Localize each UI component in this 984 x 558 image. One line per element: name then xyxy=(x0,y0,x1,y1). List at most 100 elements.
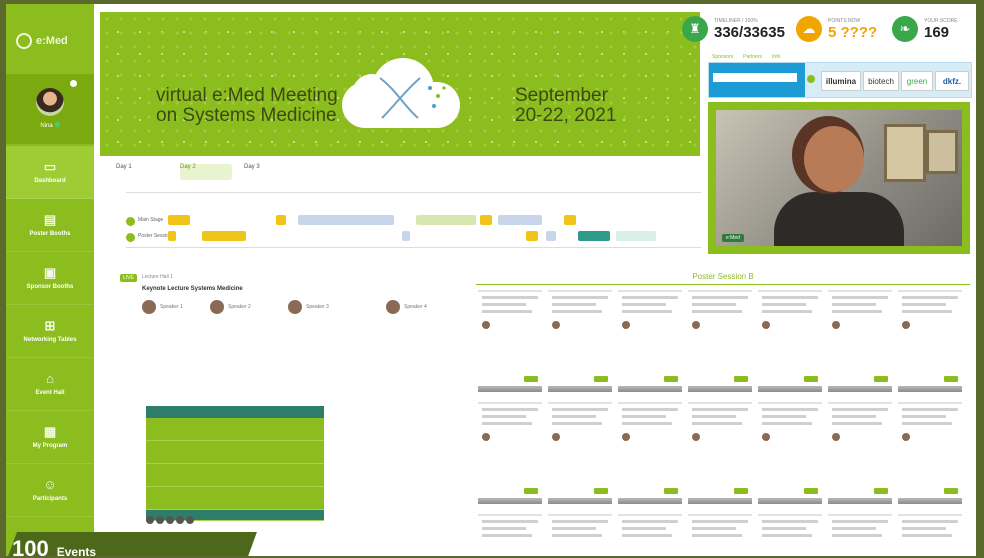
timeline-session[interactable] xyxy=(276,215,286,225)
poster-card[interactable] xyxy=(548,514,612,556)
poster-card[interactable] xyxy=(688,402,752,504)
cloud-dna-icon xyxy=(332,48,466,134)
sidebar-item-poster-booths[interactable]: ▤ Poster Booths xyxy=(6,199,94,252)
poster-card[interactable] xyxy=(758,402,822,504)
timeline-session[interactable] xyxy=(402,231,410,241)
gift-icon: ▣ xyxy=(43,265,57,280)
speaker-card[interactable]: Speaker 2 xyxy=(210,300,251,314)
agenda-panel: LIVE Lecture Hall 1 Keynote Lecture Syst… xyxy=(102,266,472,556)
video-stream[interactable]: e:Med xyxy=(708,102,970,254)
avatar xyxy=(902,321,910,329)
sidebar-item-my-program[interactable]: ▦ My Program xyxy=(6,411,94,464)
poster-card[interactable] xyxy=(828,514,892,556)
sponsor-logo-dkfz[interactable]: dkfz. xyxy=(935,71,969,91)
timeline-session[interactable] xyxy=(480,215,492,225)
poster-card[interactable] xyxy=(478,290,542,392)
poster-card[interactable] xyxy=(478,402,542,504)
poster-text xyxy=(482,296,538,299)
timeline-session[interactable] xyxy=(546,231,556,241)
poster-card[interactable] xyxy=(548,290,612,392)
sponsor-logo-green[interactable]: green xyxy=(901,71,933,91)
timeline-session[interactable] xyxy=(578,231,610,241)
hall-icon: ⌂ xyxy=(46,371,54,386)
poster-card[interactable] xyxy=(898,514,962,556)
tab-sponsors[interactable]: Sponsors xyxy=(712,54,733,60)
visit-poster-button[interactable] xyxy=(734,488,748,494)
speaker-card[interactable]: Speaker 3 xyxy=(288,300,329,314)
sponsor-logo-illumina[interactable]: illumina xyxy=(821,71,861,91)
timeline-session[interactable] xyxy=(498,215,542,225)
visit-poster-button[interactable] xyxy=(944,376,958,382)
sidebar-item-participants[interactable]: ☺ Participants xyxy=(6,464,94,517)
table-row[interactable] xyxy=(146,487,324,510)
visit-poster-button[interactable] xyxy=(524,376,538,382)
poster-card[interactable] xyxy=(898,402,962,504)
poster-text xyxy=(622,415,666,418)
events-count: 100 xyxy=(12,536,49,556)
sponsor-search-input[interactable] xyxy=(713,73,797,82)
visit-poster-button[interactable] xyxy=(804,376,818,382)
sidebar-item-sponsor-booths[interactable]: ▣ Sponsor Booths xyxy=(6,252,94,305)
visit-poster-button[interactable] xyxy=(734,376,748,382)
tab-partners[interactable]: Partners xyxy=(743,54,762,60)
poster-card[interactable] xyxy=(828,290,892,392)
timeline-session[interactable] xyxy=(202,231,246,241)
poster-card[interactable] xyxy=(898,290,962,392)
visit-poster-button[interactable] xyxy=(594,488,608,494)
sidebar-item-event-hall[interactable]: ⌂ Event Hall xyxy=(6,358,94,411)
visit-poster-button[interactable] xyxy=(524,488,538,494)
avatar xyxy=(210,300,224,314)
timeline-session[interactable] xyxy=(416,215,476,225)
poster-card[interactable] xyxy=(758,514,822,556)
visit-poster-button[interactable] xyxy=(664,488,678,494)
stat-value: 336/33635 xyxy=(714,23,785,41)
tab-day-1[interactable]: Day 1 xyxy=(116,164,168,180)
tab-day-3[interactable]: Day 3 xyxy=(244,164,296,180)
sponsor-logo-biotech[interactable]: biotech xyxy=(863,71,899,91)
timeline-session[interactable] xyxy=(616,231,656,241)
timeline-track: Main Stage Poster Session xyxy=(126,192,701,248)
logo[interactable]: e:Med xyxy=(16,30,86,52)
poster-text xyxy=(902,527,946,530)
timeline-session[interactable] xyxy=(564,215,576,225)
sidebar-nav: ▭ Dashboard ▤ Poster Booths ▣ Sponsor Bo… xyxy=(6,146,94,517)
speaker-card[interactable]: Speaker 4 xyxy=(386,300,427,314)
visit-poster-button[interactable] xyxy=(594,376,608,382)
sponsor-go-button[interactable] xyxy=(807,75,815,83)
speaker-name: Speaker 1 xyxy=(160,304,183,310)
avatar[interactable] xyxy=(36,88,64,116)
poster-text xyxy=(622,527,666,530)
tab-day-2[interactable]: Day 2 xyxy=(180,164,232,180)
timeline-session[interactable] xyxy=(168,215,190,225)
table-row[interactable] xyxy=(146,464,324,487)
tab-info[interactable]: Info xyxy=(772,54,780,60)
poster-text xyxy=(482,303,526,306)
poster-card[interactable] xyxy=(688,514,752,556)
sidebar-item-label: Dashboard xyxy=(34,178,66,184)
poster-card[interactable] xyxy=(618,402,682,504)
visit-poster-button[interactable] xyxy=(874,376,888,382)
poster-card[interactable] xyxy=(828,402,892,504)
visit-poster-button[interactable] xyxy=(664,376,678,382)
poster-card[interactable] xyxy=(618,514,682,556)
table-row[interactable] xyxy=(146,441,324,464)
timeline-session[interactable] xyxy=(168,231,176,241)
speaker-card[interactable]: Speaker 1 xyxy=(142,300,183,314)
poster-card[interactable] xyxy=(548,402,612,504)
sidebar-item-dashboard[interactable]: ▭ Dashboard xyxy=(6,146,94,199)
visit-poster-button[interactable] xyxy=(874,488,888,494)
poster-text xyxy=(552,534,602,537)
poster-card[interactable] xyxy=(618,290,682,392)
video-badge: e:Med xyxy=(722,234,744,242)
sidebar-item-networking-tables[interactable]: ⊞ Networking Tables xyxy=(6,305,94,358)
poster-card[interactable] xyxy=(478,514,542,556)
banner-title: virtual e:Med Meeting on Systems Medicin… xyxy=(156,86,338,126)
poster-card[interactable] xyxy=(688,290,752,392)
table-row[interactable] xyxy=(146,418,324,441)
timeline-session[interactable] xyxy=(526,231,538,241)
visit-poster-button[interactable] xyxy=(944,488,958,494)
poster-card[interactable] xyxy=(758,290,822,392)
live-badge: LIVE xyxy=(120,274,137,282)
visit-poster-button[interactable] xyxy=(804,488,818,494)
timeline-session[interactable] xyxy=(298,215,394,225)
